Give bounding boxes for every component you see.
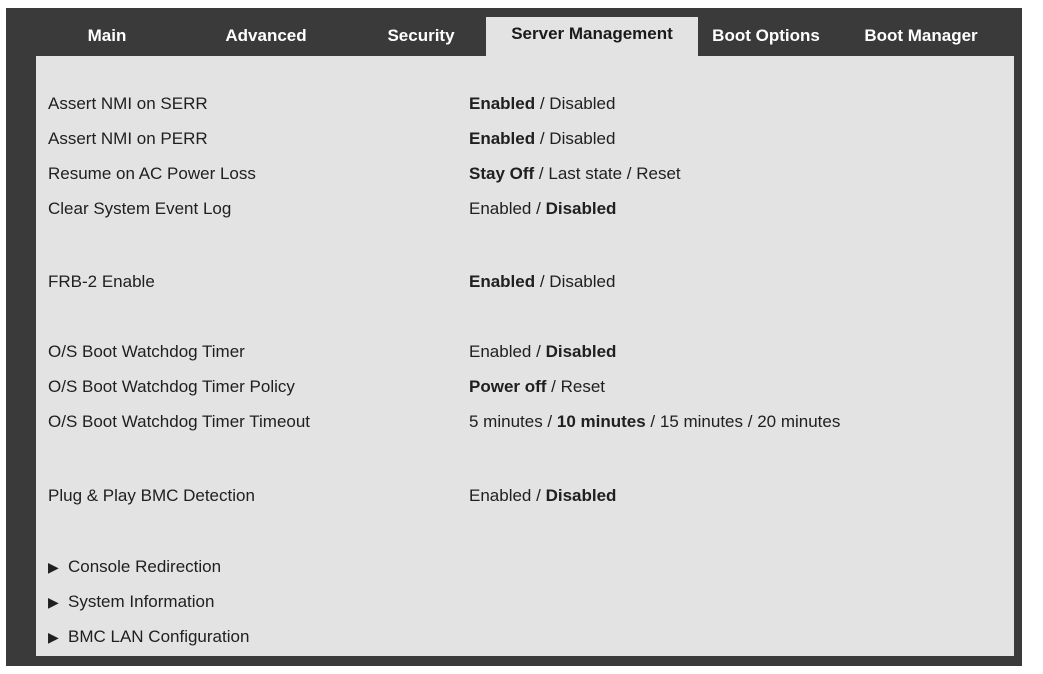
option-selected[interactable]: Disabled bbox=[546, 342, 617, 361]
tab-main[interactable]: Main bbox=[48, 22, 166, 56]
tab-security[interactable]: Security bbox=[366, 22, 476, 56]
option-selected[interactable]: Power off bbox=[469, 377, 546, 396]
right-triangle-icon: ▶ bbox=[48, 594, 59, 610]
option-separator: / bbox=[535, 129, 550, 148]
option[interactable]: Disabled bbox=[549, 94, 615, 113]
setting-label: Plug & Play BMC Detection bbox=[48, 486, 255, 505]
setting-label: FRB-2 Enable bbox=[48, 272, 155, 291]
option-separator: / bbox=[535, 94, 550, 113]
option-selected[interactable]: Enabled bbox=[469, 94, 535, 113]
option-separator: / bbox=[546, 377, 561, 396]
setting-label: Resume on AC Power Loss bbox=[48, 164, 256, 183]
option[interactable]: Reset bbox=[636, 164, 680, 183]
option[interactable]: Disabled bbox=[549, 129, 615, 148]
submenu-label: System Information bbox=[68, 592, 215, 611]
option[interactable]: Enabled bbox=[469, 486, 531, 505]
option[interactable]: Disabled bbox=[549, 272, 615, 291]
setting-options: Enabled / Disabled bbox=[469, 338, 616, 366]
tab-advanced[interactable]: Advanced bbox=[196, 22, 336, 56]
option[interactable]: 20 minutes bbox=[757, 412, 840, 431]
setting-assert-nmi-perr[interactable]: Assert NMI on PERR Enabled / Disabled bbox=[36, 125, 1014, 153]
option-separator: / bbox=[542, 412, 557, 431]
setting-frb2-enable[interactable]: FRB-2 Enable Enabled / Disabled bbox=[36, 268, 1014, 296]
setting-label: Assert NMI on SERR bbox=[48, 94, 208, 113]
tab-boot-options[interactable]: Boot Options bbox=[698, 22, 834, 56]
option-separator: / bbox=[645, 412, 660, 431]
option-separator: / bbox=[622, 164, 637, 183]
option[interactable]: 15 minutes bbox=[660, 412, 743, 431]
option-selected[interactable]: Enabled bbox=[469, 272, 535, 291]
setting-os-boot-watchdog-timer-policy[interactable]: O/S Boot Watchdog Timer Policy Power off… bbox=[36, 373, 1014, 401]
tab-server-management[interactable]: Server Management bbox=[486, 17, 698, 56]
setting-options: Power off / Reset bbox=[469, 373, 605, 401]
setting-plug-and-play-bmc-detection[interactable]: Plug & Play BMC Detection Enabled / Disa… bbox=[36, 482, 1014, 510]
option[interactable]: Enabled bbox=[469, 199, 531, 218]
setting-options: Stay Off / Last state / Reset bbox=[469, 160, 681, 188]
setting-label: O/S Boot Watchdog Timer bbox=[48, 342, 245, 361]
submenu-console-redirection[interactable]: ▶ Console Redirection bbox=[48, 553, 221, 581]
setting-options: Enabled / Disabled bbox=[469, 268, 615, 296]
option-separator: / bbox=[534, 164, 549, 183]
setting-options: Enabled / Disabled bbox=[469, 482, 616, 510]
submenu-label: BMC LAN Configuration bbox=[68, 627, 250, 646]
option-separator: / bbox=[743, 412, 758, 431]
option[interactable]: Last state bbox=[548, 164, 622, 183]
submenu-label: Console Redirection bbox=[68, 557, 222, 576]
setting-label: Clear System Event Log bbox=[48, 199, 232, 218]
tab-bar: Main Advanced Security Server Management… bbox=[6, 8, 1022, 56]
option-selected[interactable]: Stay Off bbox=[469, 164, 534, 183]
setting-options: 5 minutes / 10 minutes / 15 minutes / 20… bbox=[469, 408, 840, 436]
option-selected[interactable]: Enabled bbox=[469, 129, 535, 148]
setting-label: Assert NMI on PERR bbox=[48, 129, 208, 148]
right-triangle-icon: ▶ bbox=[48, 559, 59, 575]
option[interactable]: 5 minutes bbox=[469, 412, 543, 431]
submenu-bmc-lan-configuration[interactable]: ▶ BMC LAN Configuration bbox=[48, 623, 249, 651]
submenu-system-information[interactable]: ▶ System Information bbox=[48, 588, 214, 616]
setting-os-boot-watchdog-timer-timeout[interactable]: O/S Boot Watchdog Timer Timeout 5 minute… bbox=[36, 408, 1014, 436]
setting-options: Enabled / Disabled bbox=[469, 90, 615, 118]
option-separator: / bbox=[535, 272, 550, 291]
option[interactable]: Reset bbox=[561, 377, 605, 396]
tab-boot-manager[interactable]: Boot Manager bbox=[846, 22, 996, 56]
settings-panel: Assert NMI on SERR Enabled / Disabled As… bbox=[36, 56, 1014, 656]
option-separator: / bbox=[531, 486, 546, 505]
option[interactable]: Enabled bbox=[469, 342, 531, 361]
setting-options: Enabled / Disabled bbox=[469, 195, 616, 223]
option-separator: / bbox=[531, 342, 546, 361]
option-separator: / bbox=[531, 199, 546, 218]
option-selected[interactable]: 10 minutes bbox=[557, 412, 646, 431]
setting-options: Enabled / Disabled bbox=[469, 125, 615, 153]
setting-os-boot-watchdog-timer[interactable]: O/S Boot Watchdog Timer Enabled / Disabl… bbox=[36, 338, 1014, 366]
bios-setup-window: Main Advanced Security Server Management… bbox=[6, 8, 1022, 666]
setting-label: O/S Boot Watchdog Timer Timeout bbox=[48, 412, 311, 431]
setting-assert-nmi-serr[interactable]: Assert NMI on SERR Enabled / Disabled bbox=[36, 90, 1014, 118]
setting-clear-system-event-log[interactable]: Clear System Event Log Enabled / Disable… bbox=[36, 195, 1014, 223]
setting-resume-on-ac-power-loss[interactable]: Resume on AC Power Loss Stay Off / Last … bbox=[36, 160, 1014, 188]
option-selected[interactable]: Disabled bbox=[546, 199, 617, 218]
right-triangle-icon: ▶ bbox=[48, 629, 59, 645]
setting-label: O/S Boot Watchdog Timer Policy bbox=[48, 377, 295, 396]
option-selected[interactable]: Disabled bbox=[546, 486, 617, 505]
